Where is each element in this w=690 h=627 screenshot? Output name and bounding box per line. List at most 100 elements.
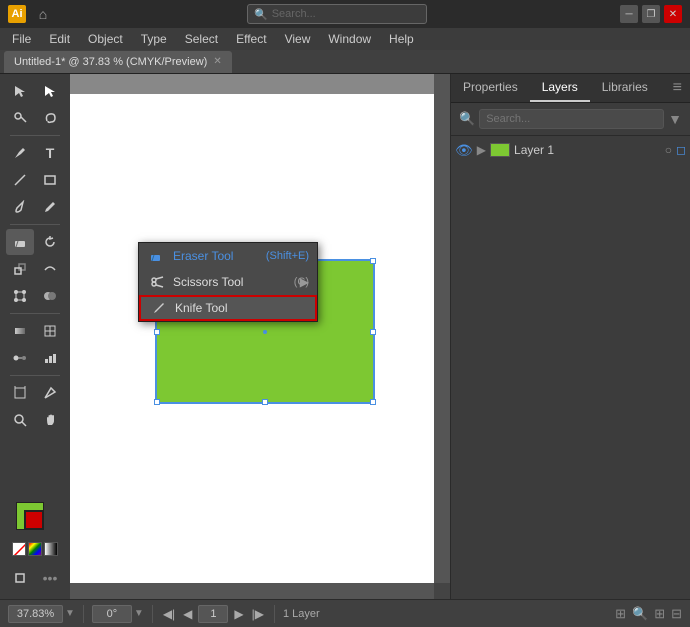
- none-swatch[interactable]: [12, 542, 26, 556]
- pencil-tool[interactable]: [36, 194, 64, 220]
- slice-tool[interactable]: [36, 380, 64, 406]
- zoom-dropdown-icon[interactable]: ▼: [65, 608, 75, 619]
- separator-1: [10, 135, 60, 136]
- extra-swatches: [12, 542, 58, 556]
- shape-builder-tool[interactable]: [36, 283, 64, 309]
- separator-2: [10, 224, 60, 225]
- line-tool[interactable]: [6, 167, 34, 193]
- gradient-swatch[interactable]: [44, 542, 58, 556]
- handle-bottom-middle[interactable]: [262, 399, 268, 405]
- canvas-document[interactable]: [70, 94, 434, 583]
- title-search[interactable]: 🔍 Search...: [247, 4, 427, 24]
- artboard-add-icon[interactable]: ⊞: [615, 606, 626, 622]
- separator-status-2: [152, 605, 153, 623]
- nav-first-button[interactable]: ◀|: [161, 607, 177, 621]
- tab-bar: Untitled-1* @ 37.83 % (CMYK/Preview) ✕: [0, 50, 690, 74]
- pen-tool[interactable]: [6, 140, 34, 166]
- layer-visibility-icon[interactable]: 👁: [455, 142, 473, 159]
- menu-file[interactable]: File: [4, 30, 39, 48]
- rotate-tool[interactable]: [36, 229, 64, 255]
- magic-wand-tool[interactable]: [6, 105, 34, 131]
- eraser-tool-menu-item[interactable]: Eraser Tool (Shift+E): [139, 243, 317, 269]
- mesh-tool[interactable]: [36, 318, 64, 344]
- handle-bottom-left[interactable]: [154, 399, 160, 405]
- restore-button[interactable]: ❐: [642, 5, 660, 23]
- artboard-input[interactable]: [198, 605, 228, 623]
- more-tools[interactable]: •••: [36, 565, 64, 591]
- menu-select[interactable]: Select: [177, 30, 226, 48]
- handle-top-right[interactable]: [370, 258, 376, 264]
- zoom-to-fit-icon[interactable]: 🔍: [632, 606, 648, 622]
- layer-row[interactable]: 👁 ▶ Layer 1 ○ ◻: [451, 136, 690, 164]
- rotation-dropdown-icon[interactable]: ▼: [134, 608, 144, 619]
- menu-effect[interactable]: Effect: [228, 30, 274, 48]
- selection-tool[interactable]: [6, 78, 34, 104]
- zoom-input[interactable]: [8, 605, 63, 623]
- layer-expand-icon[interactable]: ▶: [477, 143, 486, 157]
- title-bar: Ai ⌂ 🔍 Search... ─ ❐ ✕: [0, 0, 690, 28]
- zoom-tool[interactable]: [6, 407, 34, 433]
- hand-tool[interactable]: [36, 407, 64, 433]
- close-button[interactable]: ✕: [664, 5, 682, 23]
- color-swatch-area: [8, 498, 62, 560]
- vertical-scrollbar[interactable]: [434, 74, 450, 583]
- layer-target-icon[interactable]: ◻: [676, 143, 686, 157]
- menu-object[interactable]: Object: [80, 30, 131, 48]
- handle-right-middle[interactable]: [370, 329, 376, 335]
- nav-prev-button[interactable]: ◀: [181, 607, 194, 621]
- grid-view-icon[interactable]: ⊞: [654, 606, 665, 622]
- rectangle-tool[interactable]: [36, 167, 64, 193]
- stroke-swatch[interactable]: [24, 510, 44, 530]
- document-tab[interactable]: Untitled-1* @ 37.83 % (CMYK/Preview) ✕: [4, 51, 232, 73]
- scissors-tool-menu-item[interactable]: Scissors Tool (C) ▶: [139, 269, 317, 295]
- handle-bottom-right[interactable]: [370, 399, 376, 405]
- knife-tool-label: Knife Tool: [175, 301, 227, 315]
- color-swatch[interactable]: [28, 542, 42, 556]
- type-tool[interactable]: T: [36, 140, 64, 166]
- menu-type[interactable]: Type: [133, 30, 175, 48]
- tab-libraries[interactable]: Libraries: [590, 74, 660, 102]
- lasso-tool[interactable]: [36, 105, 64, 131]
- eraser-icon: [149, 248, 165, 264]
- tab-close-button[interactable]: ✕: [213, 56, 221, 67]
- warp-tool[interactable]: [36, 256, 64, 282]
- zoom-control: ▼: [8, 605, 75, 623]
- layer-lock-icon[interactable]: ○: [665, 143, 672, 157]
- tab-properties[interactable]: Properties: [451, 74, 530, 102]
- knife-icon: [151, 300, 167, 316]
- direct-selection-tool[interactable]: [36, 78, 64, 104]
- minimize-button[interactable]: ─: [620, 5, 638, 23]
- rotation-input[interactable]: [92, 605, 132, 623]
- eraser-tool[interactable]: [6, 229, 34, 255]
- layers-filter-button[interactable]: ▼: [668, 111, 682, 127]
- tab-label: Untitled-1* @ 37.83 % (CMYK/Preview): [14, 56, 207, 68]
- panel-menu-button[interactable]: ≡: [665, 75, 690, 101]
- arrange-icon[interactable]: ⊟: [671, 606, 682, 622]
- home-button[interactable]: ⌂: [32, 3, 54, 25]
- menu-help[interactable]: Help: [381, 30, 422, 48]
- free-transform-tool[interactable]: [6, 283, 34, 309]
- blend-tool[interactable]: [6, 345, 34, 371]
- nav-last-button[interactable]: |▶: [250, 607, 266, 621]
- separator-status-1: [83, 605, 84, 623]
- window-controls: ─ ❐ ✕: [620, 5, 682, 23]
- swatch-container: [16, 502, 54, 540]
- scale-tool[interactable]: [6, 256, 34, 282]
- layers-search-input[interactable]: [479, 109, 664, 129]
- menu-edit[interactable]: Edit: [41, 30, 78, 48]
- main-layout: T: [0, 74, 690, 599]
- chart-tool[interactable]: [36, 345, 64, 371]
- scroll-corner: [434, 583, 450, 599]
- tab-layers[interactable]: Layers: [530, 74, 590, 102]
- knife-tool-menu-item[interactable]: Knife Tool: [139, 295, 317, 321]
- menu-window[interactable]: Window: [320, 30, 379, 48]
- paintbrush-tool[interactable]: [6, 194, 34, 220]
- gradient-tool[interactable]: [6, 318, 34, 344]
- crop-tool[interactable]: [6, 565, 34, 591]
- horizontal-scrollbar[interactable]: [70, 583, 434, 599]
- handle-left-middle[interactable]: [154, 329, 160, 335]
- layer-count-label: 1 Layer: [283, 608, 320, 620]
- nav-next-button[interactable]: ▶: [232, 607, 245, 621]
- menu-view[interactable]: View: [277, 30, 319, 48]
- artboard-tool[interactable]: [6, 380, 34, 406]
